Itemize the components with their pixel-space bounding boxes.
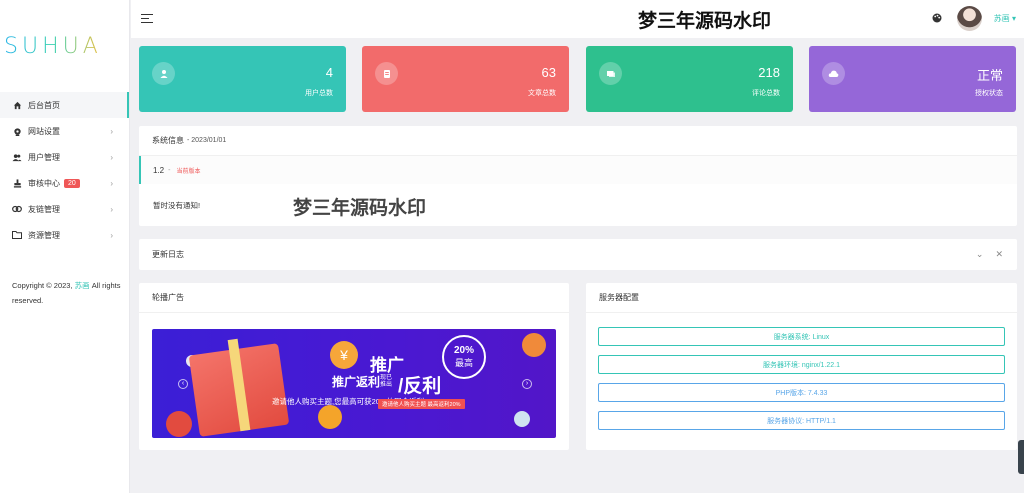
stat-card-users[interactable]: 4 用户总数 — [139, 46, 346, 112]
sidebar: SUHUA 后台首页 网站设置 › 用户管理 › 审核中心 20 › 友链管理 … — [0, 0, 130, 493]
server-env-row: 服务器环境: nginx/1.22.1 — [598, 355, 1005, 374]
user-icon — [152, 62, 175, 85]
panel-header: 更新日志 — [139, 239, 1017, 270]
stat-card-license[interactable]: 正常 授权状态 — [809, 46, 1016, 112]
stat-card-articles[interactable]: 63 文章总数 — [362, 46, 569, 112]
chevron-right-icon: › — [110, 204, 113, 214]
panel-title: 服务器配置 — [599, 293, 639, 302]
panel-header: 服务器配置 — [586, 283, 1017, 313]
current-version-tag: 当前版本 — [176, 168, 201, 175]
carousel-panel: 轮播广告 ¥ 推广 推广返利 现已推出 /反利 20% 最高 邀请他人购买主题,… — [139, 283, 569, 450]
stat-label: 用户总数 — [305, 90, 333, 97]
stat-value: 218 — [758, 65, 780, 80]
stat-label: 评论总数 — [752, 90, 780, 97]
stat-card-comments[interactable]: 218 评论总数 — [586, 46, 793, 112]
sidebar-item-users[interactable]: 用户管理 › — [0, 144, 129, 170]
banner-tag: 邀请他人购买主题 最高返利20% — [378, 399, 465, 409]
logo[interactable]: SUHUA — [0, 0, 129, 92]
sidebar-item-resources[interactable]: 资源管理 › — [0, 222, 129, 248]
percent-badge: 20% 最高 — [442, 335, 486, 379]
sidebar-item-label: 网站设置 — [28, 126, 60, 136]
users-icon — [12, 152, 22, 162]
version-row: 1.2 - 当前版本 — [139, 156, 1017, 184]
notice-text: 暂时没有通知! — [153, 201, 201, 210]
panel-date: - 2023/01/01 — [187, 137, 227, 144]
carousel-banner[interactable]: ¥ 推广 推广返利 现已推出 /反利 20% 最高 邀请他人购买主题,您最高可获… — [152, 329, 556, 438]
chevron-right-icon: › — [110, 126, 113, 136]
carousel-next-button[interactable]: › — [522, 379, 532, 389]
copyright-brand-link[interactable]: 苏画 — [75, 281, 90, 290]
panel-header: 系统信息 - 2023/01/01 — [139, 126, 1017, 156]
article-icon — [375, 62, 398, 85]
palette-icon[interactable] — [932, 13, 942, 23]
stat-value: 4 — [325, 65, 333, 80]
avatar[interactable] — [957, 6, 982, 31]
chevron-right-icon: › — [110, 178, 113, 188]
sidebar-item-label: 后台首页 — [28, 100, 60, 110]
stat-label: 文章总数 — [528, 90, 556, 97]
stat-label: 授权状态 — [975, 90, 1003, 97]
collapse-chevron-icon[interactable]: ⌄ — [976, 249, 984, 260]
sidebar-item-label: 审核中心 — [28, 178, 60, 188]
banner-subtitle-right: /反利 — [398, 376, 442, 397]
version-number: 1.2 — [153, 165, 165, 175]
banner-subtitle-small: 现已推出 — [380, 375, 393, 388]
panel-title: 更新日志 — [152, 250, 184, 259]
chevron-right-icon: › — [110, 152, 113, 162]
version-separator: - — [168, 166, 171, 174]
panel-title: 系统信息 — [152, 136, 184, 145]
system-info-panel: 系统信息 - 2023/01/01 1.2 - 当前版本 暂时没有通知! 梦三年… — [139, 126, 1017, 226]
carousel-prev-button[interactable]: ‹ — [178, 379, 188, 389]
sidebar-item-links[interactable]: 友链管理 › — [0, 196, 129, 222]
watermark-text: 梦三年源码水印 — [289, 193, 431, 220]
folder-icon — [12, 230, 22, 240]
top-header: 梦三年源码水印 苏画 ▾ — [131, 0, 1024, 38]
sidebar-item-home[interactable]: 后台首页 — [0, 92, 129, 118]
side-drawer-handle[interactable] — [1018, 440, 1024, 474]
user-menu[interactable]: 苏画 ▾ — [994, 13, 1016, 24]
server-os-row: 服务器系统: Linux — [598, 327, 1005, 346]
copyright: Copyright © 2023, 苏画 All rights reserved… — [12, 281, 121, 305]
panel-header: 轮播广告 — [139, 283, 569, 313]
sidebar-item-label: 用户管理 — [28, 152, 60, 162]
stat-value: 正常 — [976, 68, 1003, 83]
php-version-row: PHP版本: 7.4.33 — [598, 383, 1005, 402]
review-count-badge: 20 — [64, 178, 80, 188]
menu-toggle-icon[interactable] — [141, 14, 153, 26]
chevron-right-icon: › — [110, 230, 113, 240]
sidebar-item-site-settings[interactable]: 网站设置 › — [0, 118, 129, 144]
coin-icon: ¥ — [330, 341, 358, 369]
comment-icon — [599, 62, 622, 85]
server-config-panel: 服务器配置 服务器系统: Linux 服务器环境: nginx/1.22.1 P… — [586, 283, 1017, 450]
sidebar-item-label: 资源管理 — [28, 230, 60, 240]
home-icon — [12, 100, 22, 110]
close-icon[interactable]: ✕ — [995, 249, 1003, 260]
gear-icon — [12, 126, 22, 136]
stamp-icon — [12, 178, 22, 188]
cloud-icon — [822, 62, 845, 85]
sidebar-item-review[interactable]: 审核中心 20 › — [0, 170, 129, 196]
server-protocol-row: 服务器协议: HTTP/1.1 — [598, 411, 1005, 430]
banner-subtitle-left: 推广返利 — [332, 375, 381, 389]
sidebar-item-label: 友链管理 — [28, 204, 60, 214]
changelog-panel: 更新日志 ⌄ ✕ — [139, 239, 1017, 270]
panel-title: 轮播广告 — [152, 293, 184, 302]
link-icon — [12, 204, 22, 214]
stat-value: 63 — [541, 65, 556, 80]
watermark-text: 梦三年源码水印 — [638, 10, 772, 32]
